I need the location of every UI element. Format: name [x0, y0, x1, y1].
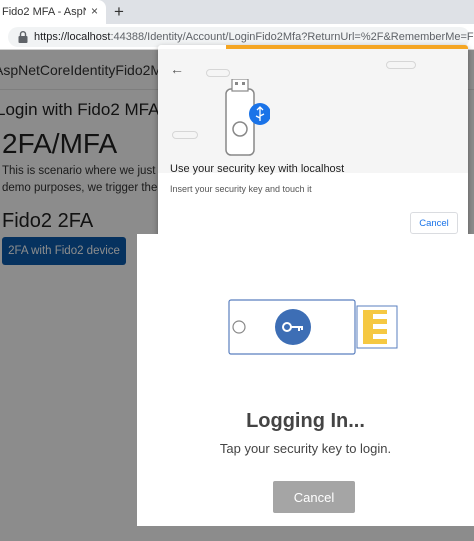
key-icon [228, 299, 398, 355]
progress-bar [226, 45, 468, 49]
url-path: :44388/Identity/Account/LoginFido2Mfa?Re… [110, 31, 474, 43]
plus-icon[interactable]: + [114, 2, 124, 22]
tab-bar: Fido2 MFA - AspNetC × + [0, 0, 474, 24]
url-input[interactable]: https://localhost:44388/Identity/Account… [8, 27, 474, 47]
dialog-banner: ← [158, 49, 468, 173]
cloud-decoration [206, 69, 230, 77]
url-host: https://localhost [34, 31, 111, 43]
modal-cancel-button[interactable]: Cancel [273, 481, 355, 513]
usb-icon [225, 79, 270, 156]
logging-in-modal: Logging In... Tap your security key to l… [137, 234, 474, 526]
dialog-title: Use your security key with localhost [170, 163, 345, 175]
url-text: https://localhost:44388/Identity/Account… [34, 31, 474, 43]
cloud-decoration [386, 61, 416, 69]
cloud-decoration [172, 131, 198, 139]
back-arrow-icon[interactable]: ← [170, 61, 184, 77]
lock-icon [18, 31, 28, 43]
tab-title: Fido2 MFA - AspNetC [2, 6, 86, 18]
browser-tab[interactable]: Fido2 MFA - AspNetC × [0, 0, 106, 24]
dialog-subtitle: Insert your security key and touch it [170, 184, 312, 194]
close-icon[interactable]: × [91, 4, 98, 18]
modal-subtitle: Tap your security key to login. [219, 441, 392, 456]
modal-title: Logging In... [246, 410, 365, 432]
dialog-cancel-button[interactable]: Cancel [410, 212, 458, 234]
security-key-dialog: ← Use your security key with localhost I… [158, 45, 468, 243]
